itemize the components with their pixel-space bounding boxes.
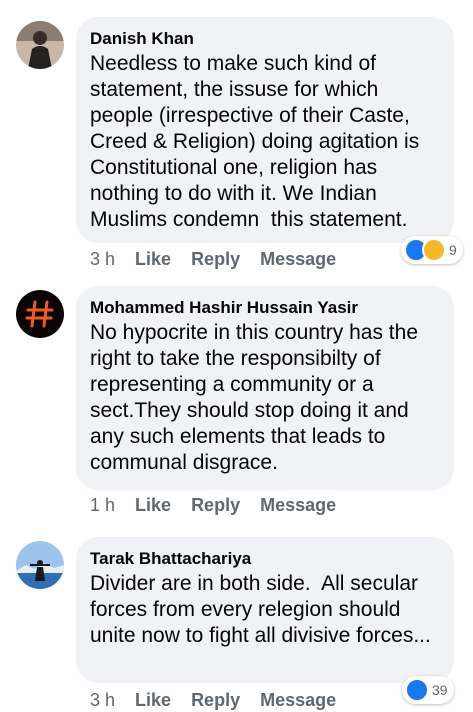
comment-bubble: Danish Khan Needless to make such kind o… [76,17,454,243]
reaction-count: 9 [449,242,457,258]
haha-icon [422,238,446,262]
avatar[interactable] [16,290,64,338]
profile-photo-icon [16,541,64,589]
comment-text: Needless to make such kind of statement,… [90,52,426,231]
comment-actions: 3 h Like Reply Message [90,688,336,712]
comment-bubble: Tarak Bhattachariya Divider are in both … [76,537,454,683]
reaction-summary[interactable]: 9 [401,236,463,264]
reaction-count: 39 [432,682,448,698]
comment-actions: 3 h Like Reply Message [90,247,336,271]
comment-author[interactable]: Mohammed Hashir Hussain Yasir [90,297,440,319]
message-button[interactable]: Message [260,690,336,711]
like-button[interactable]: Like [135,495,171,516]
comment-bubble: Mohammed Hashir Hussain Yasir No hypocri… [76,286,454,490]
message-button[interactable]: Message [260,249,336,270]
message-button[interactable]: Message [260,495,336,516]
like-button[interactable]: Like [135,690,171,711]
comment-text: No hypocrite in this country has the rig… [90,321,424,474]
avatar[interactable] [16,541,64,589]
like-button[interactable]: Like [135,249,171,270]
comment-timestamp[interactable]: 3 h [90,249,115,270]
like-icon [405,678,429,702]
comment-text: Divider are in both side. All secular fo… [90,572,431,647]
reply-button[interactable]: Reply [191,495,240,516]
comment-author[interactable]: Tarak Bhattachariya [90,548,440,570]
comment-actions: 1 h Like Reply Message [90,493,336,517]
reply-button[interactable]: Reply [191,690,240,711]
comment-timestamp[interactable]: 1 h [90,495,115,516]
comment-timestamp[interactable]: 3 h [90,690,115,711]
profile-photo-icon [16,21,64,69]
avatar[interactable] [16,21,64,69]
comment-author[interactable]: Danish Khan [90,28,440,50]
hashtag-avatar-icon [16,290,64,338]
reply-button[interactable]: Reply [191,249,240,270]
reaction-summary[interactable]: 39 [402,676,454,704]
